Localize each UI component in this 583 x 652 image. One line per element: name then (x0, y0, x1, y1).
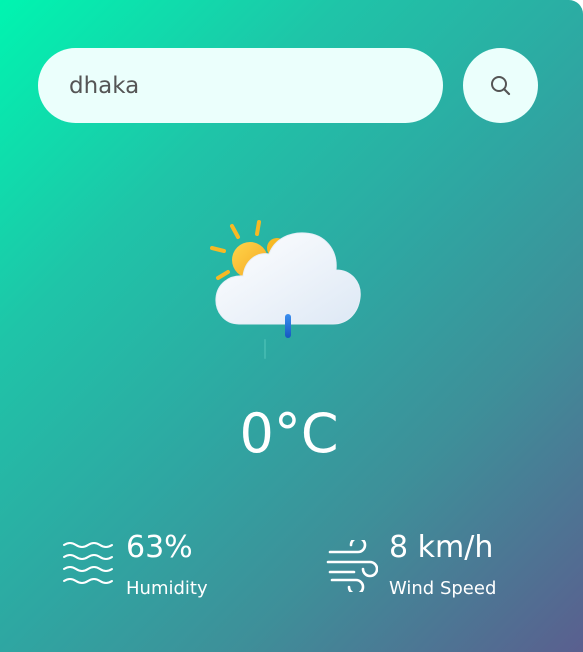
temperature-value: 0°C (239, 402, 339, 465)
weather-card: 0°C 63% Humidity 8 km/h Wind Speed (0, 0, 583, 652)
humidity-value: 63% (126, 530, 193, 565)
wind-speed-label: Wind Speed (389, 578, 497, 599)
partly-cloudy-rain-icon (210, 220, 361, 359)
wind-speed-value: 8 km/h (389, 530, 494, 565)
wind-icon (326, 540, 378, 592)
city-search-input[interactable] (38, 48, 443, 123)
humidity-label: Humidity (126, 578, 208, 599)
waves-icon (63, 542, 113, 584)
search-button[interactable] (463, 48, 538, 123)
search-icon (491, 76, 511, 96)
